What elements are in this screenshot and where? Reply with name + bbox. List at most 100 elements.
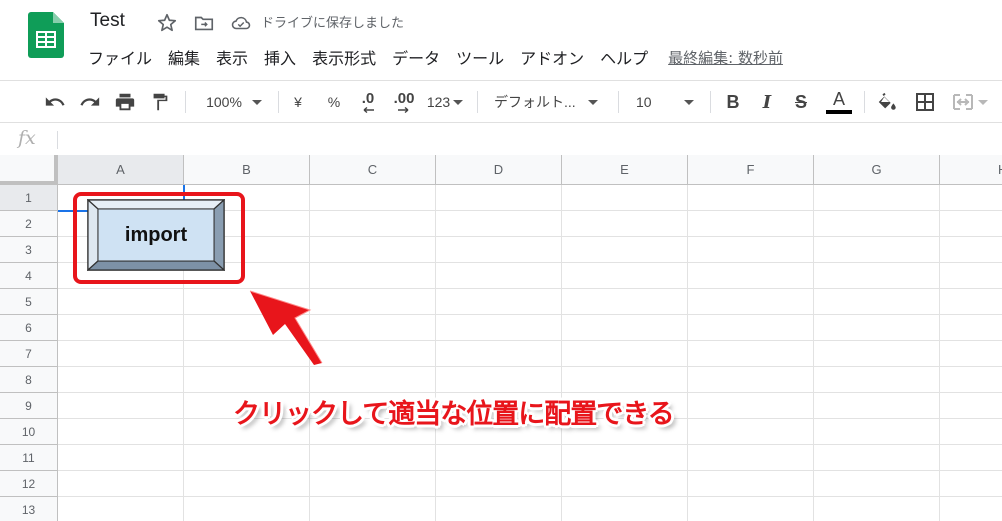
google-sheets-logo[interactable] (28, 12, 64, 58)
row-header-3[interactable]: 3 (0, 237, 58, 263)
merge-cells-icon (953, 94, 973, 110)
italic-label: I (762, 91, 772, 113)
cloud-saved-icon[interactable] (230, 12, 252, 34)
arrow-right-icon (398, 107, 409, 113)
grid-line (58, 340, 1002, 341)
decrease-decimal-button[interactable]: .0 (355, 89, 381, 115)
percent-format-button[interactable]: % (323, 89, 345, 115)
formula-bar: fx (0, 122, 1002, 155)
chevron-down-icon (587, 99, 598, 105)
grid-line (58, 288, 1002, 289)
font-select[interactable]: デフォルト... (494, 89, 608, 115)
redo-icon (80, 97, 100, 106)
save-status: ドライブに保存しました (261, 16, 405, 31)
menu-addons[interactable]: アドオン (512, 45, 592, 69)
grid-line (58, 496, 1002, 497)
column-header-f[interactable]: F (688, 155, 814, 185)
row-header-9[interactable]: 9 (0, 393, 58, 419)
row-header-1[interactable]: 1 (0, 185, 58, 211)
menu-insert[interactable]: 挿入 (256, 45, 304, 69)
menu-data[interactable]: データ (384, 45, 448, 69)
bold-label: B (726, 91, 740, 112)
italic-button[interactable]: I (756, 89, 778, 115)
paint-format-button[interactable] (147, 89, 173, 115)
borders-button[interactable] (912, 89, 938, 115)
document-title[interactable]: Test (90, 10, 125, 32)
column-header-e[interactable]: E (562, 155, 688, 185)
menu-help[interactable]: ヘルプ (592, 45, 656, 69)
toolbar-divider (477, 91, 478, 113)
font-value: デフォルト... (494, 94, 576, 110)
row-header-7[interactable]: 7 (0, 341, 58, 367)
last-edit-link[interactable]: 最終編集: 数秒前 (668, 47, 783, 68)
more-formats-label: 123 (426, 94, 451, 110)
annotation-arrow-icon (249, 290, 323, 365)
sheets-window: Test ドライブに保存しました ファイル 編集 表示 挿入 表示形式 データ … (0, 0, 1002, 521)
strikethrough-button[interactable]: S (790, 89, 812, 115)
menu-format[interactable]: 表示形式 (304, 45, 384, 69)
toolbar: 100% ¥ % .0 .00 123 デフォルト... 10 B I S A (0, 80, 1002, 122)
text-color-button[interactable]: A (825, 89, 853, 115)
menu-edit[interactable]: 編集 (160, 45, 208, 69)
bold-button[interactable]: B (722, 89, 744, 115)
column-header-g[interactable]: G (814, 155, 940, 185)
redo-button[interactable] (77, 89, 103, 115)
row-header-8[interactable]: 8 (0, 367, 58, 393)
merge-cells-button[interactable] (950, 89, 990, 115)
font-size-select[interactable]: 10 (636, 89, 702, 115)
paint-bucket-icon (878, 92, 896, 110)
column-header-b[interactable]: B (184, 155, 310, 185)
annotation-caption: クリックして適当な位置に配置できる (233, 399, 675, 430)
grid-line (58, 314, 1002, 315)
chevron-down-icon (453, 99, 464, 105)
zoom-value: 100% (206, 94, 242, 110)
undo-button[interactable] (42, 89, 68, 115)
toolbar-divider (185, 91, 186, 113)
more-formats-button[interactable]: 123 (424, 89, 466, 115)
currency-label: ¥ (294, 94, 302, 110)
row-header-6[interactable]: 6 (0, 315, 58, 341)
menu-tools[interactable]: ツール (448, 45, 512, 69)
chevron-down-icon (978, 99, 988, 105)
row-header-5[interactable]: 5 (0, 289, 58, 315)
print-button[interactable] (112, 89, 138, 115)
grid-line (58, 366, 1002, 367)
grid-line (58, 444, 1002, 445)
row-header-13[interactable]: 13 (0, 497, 58, 521)
toolbar-divider (618, 91, 619, 113)
toolbar-divider (864, 91, 865, 113)
row-header-4[interactable]: 4 (0, 263, 58, 289)
row-header-10[interactable]: 10 (0, 419, 58, 445)
decrease-decimal-label: .0 (361, 90, 375, 107)
fx-icon: fx (18, 127, 36, 149)
row-header-11[interactable]: 11 (0, 445, 58, 471)
text-color-label: A (832, 89, 845, 109)
increase-decimal-button[interactable]: .00 (389, 89, 419, 115)
column-header-d[interactable]: D (436, 155, 562, 185)
borders-icon (916, 93, 934, 111)
column-header-h[interactable]: H (940, 155, 1002, 185)
font-size-value: 10 (636, 94, 652, 110)
column-header-a[interactable]: A (58, 155, 184, 185)
row-header-2[interactable]: 2 (0, 211, 58, 237)
menu-view[interactable]: 表示 (208, 45, 256, 69)
increase-decimal-label: .00 (393, 90, 415, 107)
arrow-left-icon (363, 107, 374, 113)
chevron-down-icon (251, 99, 262, 105)
menu-file[interactable]: ファイル (80, 45, 160, 69)
toolbar-divider (710, 91, 711, 113)
fill-color-button[interactable] (874, 89, 900, 115)
row-header-12[interactable]: 12 (0, 471, 58, 497)
move-folder-icon[interactable] (193, 12, 215, 34)
undo-icon (45, 97, 65, 106)
strikethrough-label: S (794, 91, 807, 112)
print-icon (115, 93, 135, 111)
paint-format-icon (153, 93, 168, 111)
percent-label: % (327, 94, 341, 110)
currency-format-button[interactable]: ¥ (288, 89, 308, 115)
text-color-swatch (826, 110, 852, 114)
zoom-select[interactable]: 100% (198, 89, 270, 115)
star-icon[interactable] (156, 12, 178, 34)
column-header-c[interactable]: C (310, 155, 436, 185)
select-all-corner[interactable] (0, 155, 58, 185)
